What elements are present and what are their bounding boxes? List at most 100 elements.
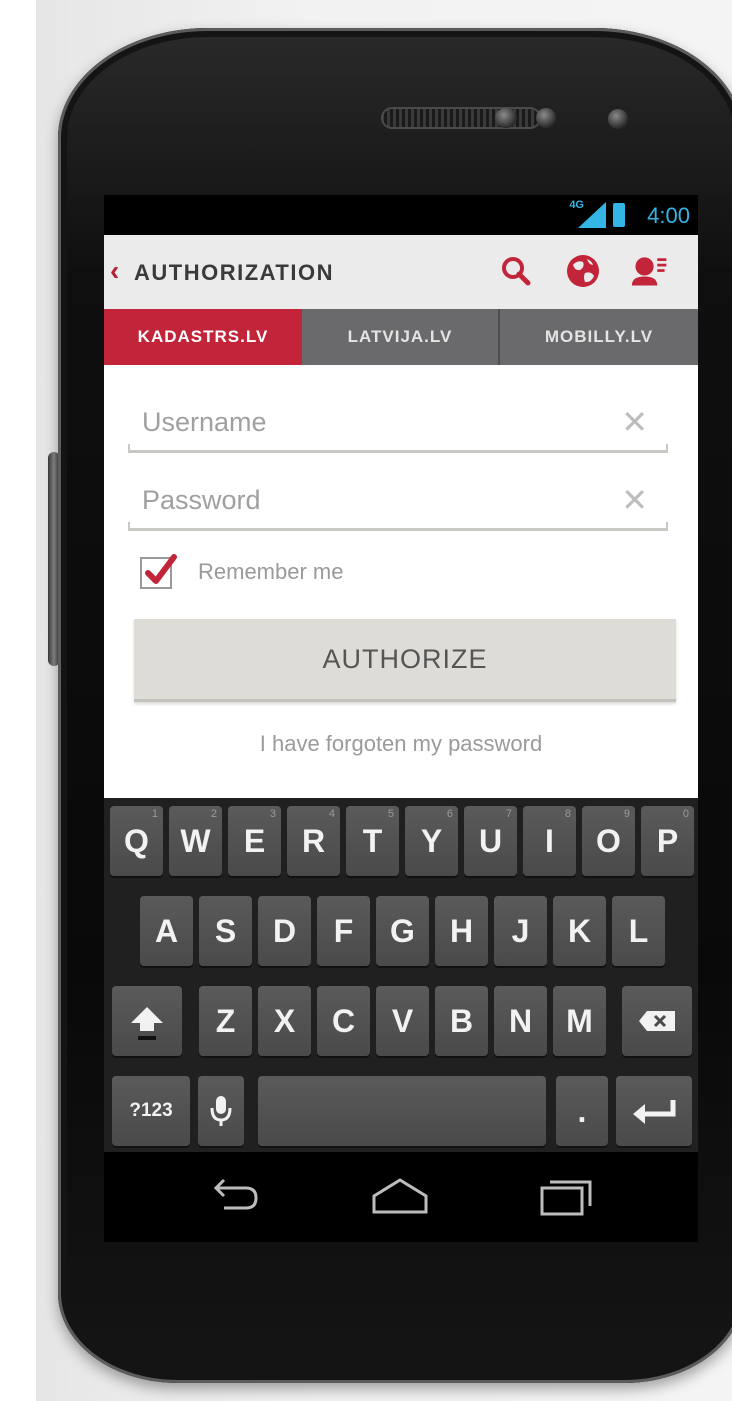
key-number-hint: 6 xyxy=(446,808,453,820)
key-number-hint: 2 xyxy=(210,808,217,820)
key-n[interactable]: N xyxy=(494,986,547,1056)
key-i[interactable]: I8 xyxy=(523,806,576,876)
enter-key[interactable] xyxy=(616,1076,692,1146)
key-c[interactable]: C xyxy=(317,986,370,1056)
key-label: K xyxy=(567,912,592,949)
key-w[interactable]: W2 xyxy=(169,806,222,876)
search-icon[interactable] xyxy=(496,251,536,291)
screen: 4 G 4:00 ‹ AUTHORIZATION KADASTRS.LV LATV… xyxy=(104,195,698,1242)
key-q[interactable]: Q1 xyxy=(110,806,163,876)
recent-apps-icon[interactable] xyxy=(536,1172,596,1222)
key-m[interactable]: M xyxy=(553,986,606,1056)
key-number-hint: 1 xyxy=(151,808,158,820)
key-number-hint: 3 xyxy=(269,808,276,820)
tab-latvija[interactable]: LATVIJA.LV xyxy=(302,309,498,365)
clear-password-icon[interactable]: ✕ xyxy=(621,481,648,519)
backspace-icon xyxy=(639,1011,675,1031)
remember-checkbox[interactable] xyxy=(140,554,177,589)
key-r[interactable]: R4 xyxy=(287,806,340,876)
key-k[interactable]: K xyxy=(553,896,606,966)
key-label: G xyxy=(390,912,415,949)
clock: 4:00 xyxy=(647,203,690,228)
username-field[interactable]: Username ✕ xyxy=(128,395,668,453)
key-h[interactable]: H xyxy=(435,896,488,966)
key-f[interactable]: F xyxy=(317,896,370,966)
key-number-hint: 0 xyxy=(682,808,689,820)
key-o[interactable]: O9 xyxy=(582,806,635,876)
key-t[interactable]: T5 xyxy=(346,806,399,876)
key-label: R xyxy=(301,822,326,859)
period-key[interactable]: . xyxy=(556,1076,608,1146)
key-label: U xyxy=(478,822,503,859)
key-u[interactable]: U7 xyxy=(464,806,517,876)
light-sensor xyxy=(536,108,556,128)
key-label: J xyxy=(511,912,530,949)
key-g[interactable]: G xyxy=(376,896,429,966)
forgot-password-link[interactable]: I have forgoten my password xyxy=(104,731,698,757)
soft-keyboard: Q1W2E3R4T5Y6U7I8O9P0 ASDFGHJKL ZXCVBNM ?… xyxy=(104,798,698,1152)
authorize-button[interactable]: AUTHORIZE xyxy=(134,619,676,702)
back-nav-icon[interactable] xyxy=(204,1172,264,1222)
tab-kadastrs[interactable]: KADASTRS.LV xyxy=(104,309,302,365)
key-y[interactable]: Y6 xyxy=(405,806,458,876)
backspace-key[interactable] xyxy=(622,986,692,1056)
key-p[interactable]: P0 xyxy=(641,806,694,876)
key-label: M xyxy=(566,1002,593,1039)
key-label: Q xyxy=(124,822,149,859)
key-number-hint: 4 xyxy=(328,808,335,820)
remember-label: Remember me xyxy=(198,559,344,584)
key-label: X xyxy=(273,1002,296,1039)
system-nav-bar xyxy=(104,1152,698,1242)
symbols-key[interactable]: ?123 xyxy=(112,1076,190,1146)
earpiece-speaker xyxy=(381,107,541,129)
key-a[interactable]: A xyxy=(140,896,193,966)
key-x[interactable]: X xyxy=(258,986,311,1056)
clear-username-icon[interactable]: ✕ xyxy=(621,403,648,441)
key-number-hint: 9 xyxy=(623,808,630,820)
key-label: N xyxy=(508,1002,533,1039)
key-d[interactable]: D xyxy=(258,896,311,966)
checkmark-icon xyxy=(145,554,177,584)
key-z[interactable]: Z xyxy=(199,986,252,1056)
globe-icon[interactable] xyxy=(563,251,603,291)
username-underline xyxy=(128,444,668,453)
user-menu-icon[interactable] xyxy=(630,251,670,291)
username-placeholder: Username xyxy=(142,407,267,437)
tab-mobilly[interactable]: MOBILLY.LV xyxy=(498,309,698,365)
front-camera xyxy=(608,109,628,129)
key-label: B xyxy=(449,1002,474,1039)
voice-input-key[interactable] xyxy=(198,1076,244,1146)
back-icon[interactable]: ‹ xyxy=(110,257,119,285)
password-field[interactable]: Password ✕ xyxy=(128,473,668,531)
key-b[interactable]: B xyxy=(435,986,488,1056)
page-title: AUTHORIZATION xyxy=(134,260,334,285)
space-key[interactable] xyxy=(258,1076,546,1146)
key-l[interactable]: L xyxy=(612,896,665,966)
shift-key[interactable] xyxy=(112,986,182,1056)
home-nav-icon[interactable] xyxy=(370,1172,430,1222)
key-label: Z xyxy=(215,1002,236,1039)
key-label: D xyxy=(272,912,297,949)
key-s[interactable]: S xyxy=(199,896,252,966)
password-placeholder: Password xyxy=(142,485,261,515)
key-label: P xyxy=(656,822,679,859)
shift-arrow-icon xyxy=(131,1007,163,1040)
key-label: L xyxy=(628,912,649,949)
key-j[interactable]: J xyxy=(494,896,547,966)
key-label: S xyxy=(214,912,237,949)
login-provider-tabs: KADASTRS.LV LATVIJA.LV MOBILLY.LV xyxy=(104,309,698,365)
key-v[interactable]: V xyxy=(376,986,429,1056)
microphone-icon xyxy=(210,1096,232,1126)
key-label: C xyxy=(331,1002,356,1039)
key-label: T xyxy=(362,822,383,859)
key-label: H xyxy=(449,912,474,949)
key-number-hint: 5 xyxy=(387,808,394,820)
key-label: W xyxy=(180,822,211,859)
key-label: F xyxy=(333,912,354,949)
key-label: I xyxy=(545,822,554,859)
password-underline xyxy=(128,522,668,531)
enter-icon xyxy=(633,1100,676,1124)
key-e[interactable]: E3 xyxy=(228,806,281,876)
proximity-sensor xyxy=(495,108,517,128)
key-number-hint: 8 xyxy=(564,808,571,820)
